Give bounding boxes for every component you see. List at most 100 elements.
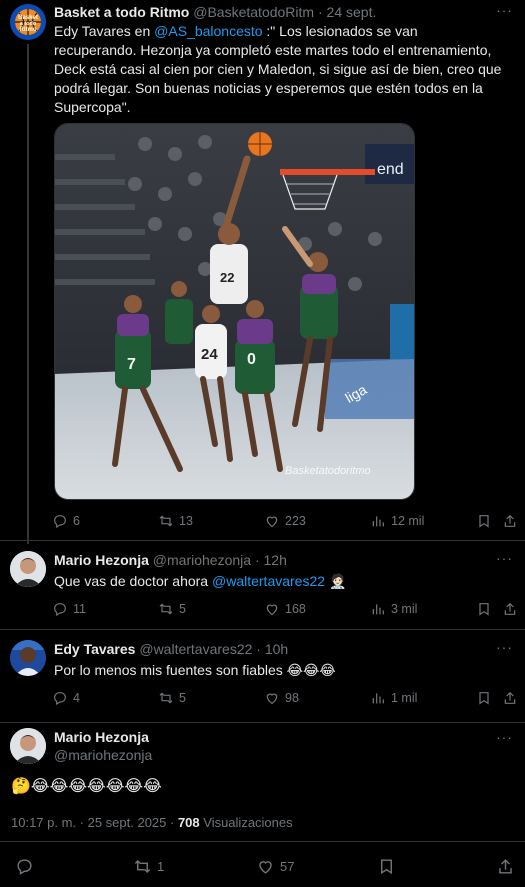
analytics-icon [372, 604, 384, 615]
retweet-button[interactable]: 5 [158, 688, 186, 708]
share-button[interactable] [496, 856, 515, 876]
heart-icon [266, 693, 278, 705]
tweet-actions: 6 13 223 12 mil [50, 511, 520, 531]
photo-watermark: Basketatodoritmo [285, 465, 371, 477]
tweet-header: Basket a todo Ritmo @BasketatodoRitm · 2… [54, 4, 376, 20]
avatar-mario-hezonja[interactable] [10, 728, 46, 764]
share-icon [499, 858, 512, 874]
reply-icon [54, 515, 66, 529]
avatar-mario-hezonja[interactable] [10, 551, 46, 587]
reply-icon [54, 603, 66, 617]
share-button[interactable] [502, 599, 518, 619]
bookmark-button[interactable] [476, 599, 492, 619]
retweet-button[interactable]: 5 [158, 599, 186, 619]
views-button[interactable]: 12 mil [370, 511, 424, 531]
tweet-time[interactable]: 12h [264, 552, 287, 568]
basketball-game-photo: end liga 22 24 0 7 Basketatodoritmo [55, 124, 414, 499]
reply-button[interactable]: 6 [52, 511, 80, 531]
avatar-edy-tavares[interactable] [10, 640, 46, 676]
author-name[interactable]: Basket a todo Ritmo [54, 4, 189, 20]
retweet-icon [159, 692, 173, 704]
tweet-timestamp[interactable]: 10:17 p. m. · 25 sept. 2025 · [11, 815, 178, 830]
bookmark-button[interactable] [476, 511, 492, 531]
bookmark-button[interactable] [476, 688, 492, 708]
more-options-icon[interactable]: ··· [496, 639, 513, 655]
tweet-text: Que vas de doctor ahora @waltertavares22… [54, 572, 504, 591]
bookmark-icon [381, 858, 392, 874]
reply-icon [54, 692, 66, 706]
views-number: 708 [177, 815, 200, 830]
bookmark-button[interactable] [377, 856, 396, 876]
analytics-icon [372, 516, 384, 527]
views-label: Visualizaciones [199, 815, 293, 830]
mention-waltertavares22[interactable]: @waltertavares22 [212, 573, 325, 589]
views-button[interactable]: 1 mil [370, 688, 417, 708]
like-button[interactable]: 168 [264, 599, 306, 619]
reply-icon [17, 858, 32, 875]
divider [0, 841, 525, 842]
tweet-actions: 11 5 168 3 mil [50, 599, 520, 619]
retweet-icon [159, 603, 173, 615]
bookmark-icon [479, 515, 489, 528]
tweet-text: Por lo menos mis fuentes son fiables 😂😂😂 [54, 662, 336, 678]
tweet-text-main: Que vas de doctor ahora [54, 573, 212, 589]
tweet-time[interactable]: 10h [265, 641, 288, 657]
share-icon [504, 602, 516, 615]
tweet-edy-tavares-reply[interactable]: Edy Tavares @waltertavares22 · 10h ··· P… [0, 630, 525, 722]
reply-button[interactable] [15, 856, 34, 876]
jersey-number-7: 7 [127, 356, 136, 373]
author-name[interactable]: Mario Hezonja [54, 552, 149, 568]
like-button[interactable]: 98 [264, 688, 299, 708]
more-options-icon[interactable]: ··· [496, 729, 513, 745]
views-button[interactable]: 3 mil [370, 599, 417, 619]
more-options-icon[interactable]: ··· [496, 2, 513, 18]
tweet-main-focused: Mario Hezonja @mariohezonja ··· 🤔😂😂😂😂😂😂😂… [0, 723, 525, 887]
retweet-count: 5 [179, 691, 186, 705]
reply-count: 11 [73, 602, 86, 616]
tweet-basket-a-todo-ritmo[interactable]: Basket a todo Ritmo Basket a todo Ritmo … [0, 0, 525, 544]
tweet-mario-hezonja-reply[interactable]: Mario Hezonja @mariohezonja · 12h ··· Qu… [0, 541, 525, 629]
emoji-doctor: 🧑🏻‍⚕️ [328, 573, 347, 589]
reply-button[interactable]: 4 [52, 688, 80, 708]
main-actions: 1 57 [0, 856, 525, 878]
view-count: 3 mil [391, 602, 418, 616]
thread-line [27, 44, 29, 544]
share-icon [504, 691, 516, 704]
avatar-basket-a-todo-ritmo[interactable]: Basket a todo Ritmo [10, 4, 46, 40]
retweet-button[interactable]: 13 [158, 511, 193, 531]
author-name[interactable]: Mario Hezonja [54, 729, 149, 745]
author-handle[interactable]: @mariohezonja [54, 747, 152, 763]
view-count: 1 mil [391, 691, 418, 705]
svg-text:Ritmo: Ritmo [20, 27, 37, 33]
mention-as-baloncesto[interactable]: @AS_baloncesto [154, 23, 262, 39]
author-name[interactable]: Edy Tavares [54, 641, 135, 657]
tweet-text: 🤔😂😂😂😂😂😂😂 [11, 778, 162, 795]
reply-button[interactable]: 11 [52, 599, 86, 619]
author-handle[interactable]: @BasketatodoRitm [193, 4, 314, 20]
retweet-icon [159, 515, 173, 527]
heart-icon [259, 860, 272, 874]
like-button[interactable]: 223 [264, 511, 306, 531]
person-photo-icon [10, 640, 46, 676]
jersey-number-24: 24 [201, 346, 218, 363]
view-count: 12 mil [391, 514, 425, 528]
share-icon [504, 514, 516, 527]
bookmark-icon [479, 692, 489, 705]
retweet-button[interactable]: 1 [133, 856, 164, 876]
share-button[interactable] [502, 511, 518, 531]
tweet-date[interactable]: 24 sept. [327, 4, 377, 20]
tweet-text: Edy Tavares en @AS_baloncesto :" Los les… [54, 22, 504, 117]
jersey-number-22: 22 [220, 270, 234, 285]
like-button[interactable]: 57 [256, 856, 294, 876]
basketball-logo-icon: Basket a todo Ritmo [10, 4, 46, 40]
author-handle[interactable]: @mariohezonja [153, 552, 251, 568]
share-button[interactable] [502, 688, 518, 708]
retweet-count: 13 [179, 514, 193, 528]
tweet-photo[interactable]: end liga 22 24 0 7 Basketatodoritmo [54, 123, 415, 500]
arena-banner-text: end [377, 161, 404, 178]
author-handle[interactable]: @waltertavares22 [139, 641, 252, 657]
separator-dot: · [317, 4, 323, 20]
tweet-header: Mario Hezonja @mariohezonja · 12h [54, 552, 287, 568]
tweet-text-prefix: Edy Tavares en [54, 23, 155, 39]
more-options-icon[interactable]: ··· [496, 550, 513, 566]
